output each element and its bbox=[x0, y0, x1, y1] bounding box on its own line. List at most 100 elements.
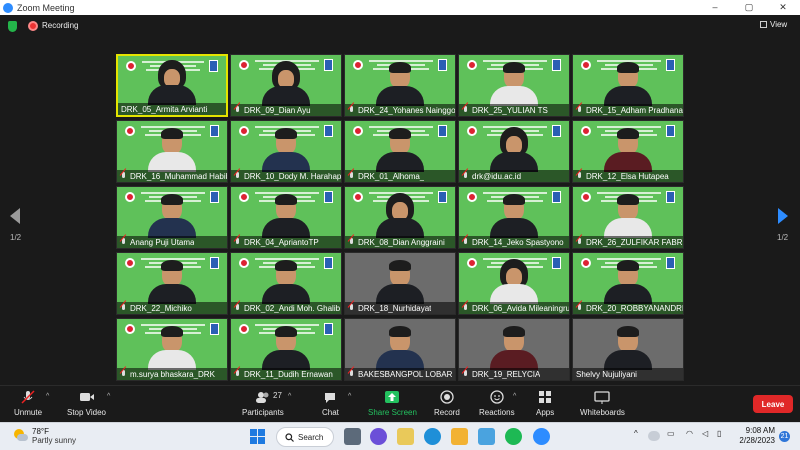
province-emblem-icon bbox=[209, 60, 218, 72]
record-button[interactable]: Record bbox=[434, 390, 460, 417]
participants-count: 27 bbox=[273, 391, 282, 400]
participants-options-caret[interactable]: ^ bbox=[288, 393, 291, 400]
reactions-options-caret[interactable]: ^ bbox=[513, 393, 516, 400]
prev-page-button[interactable] bbox=[8, 206, 22, 226]
participant-tile[interactable]: Shelvy Nujuliyani bbox=[572, 318, 684, 381]
organization-logo-icon bbox=[581, 258, 591, 268]
province-emblem-icon bbox=[666, 191, 675, 203]
whiteboards-button[interactable]: Whiteboards bbox=[580, 390, 625, 417]
taskbar-search[interactable]: Search bbox=[276, 427, 334, 447]
minimize-button[interactable]: – bbox=[698, 0, 732, 15]
participant-tile[interactable]: Anang Puji Utama bbox=[116, 186, 228, 249]
participant-tile[interactable]: DRK_01_Alhoma_ bbox=[344, 120, 456, 183]
edge-browser-icon[interactable] bbox=[424, 428, 441, 445]
participant-name: DRK_24_Yohanes Nainggolan bbox=[358, 105, 455, 115]
muted-mic-icon bbox=[576, 105, 583, 115]
participant-name: DRK_09_Dian Ayu bbox=[244, 105, 311, 115]
participant-name: DRK_02_Andi Moh. Ghalib bbox=[244, 303, 341, 313]
teams-chat-icon[interactable] bbox=[370, 428, 387, 445]
participant-tile[interactable]: DRK_14_Jeko Spastyono bbox=[458, 186, 570, 249]
participant-tile[interactable]: DRK_20_ROBBYANANDRI bbox=[572, 252, 684, 315]
search-label: Search bbox=[298, 432, 324, 442]
participant-tile[interactable]: m.surya bhaskara_DRK bbox=[116, 318, 228, 381]
participant-tile[interactable]: DRK_05_Armita Arvianti bbox=[116, 54, 228, 117]
unmute-button[interactable]: Unmute bbox=[14, 390, 42, 417]
participant-video bbox=[490, 194, 538, 238]
smiley-icon bbox=[489, 390, 505, 404]
participant-tile[interactable]: DRK_11_Dudih Ernawan bbox=[230, 318, 342, 381]
participant-tile[interactable]: DRK_15_Adham Pradhana bbox=[572, 54, 684, 117]
reactions-label: Reactions bbox=[479, 408, 515, 417]
participant-tile[interactable]: DRK_04_ApriantoTP bbox=[230, 186, 342, 249]
wifi-icon[interactable]: ◠ bbox=[686, 429, 693, 438]
task-view-icon[interactable] bbox=[344, 428, 361, 445]
participant-tile[interactable]: DRK_06_Avida Mileaningrum bbox=[458, 252, 570, 315]
share-screen-button[interactable]: Share Screen bbox=[368, 390, 417, 417]
search-icon bbox=[285, 432, 294, 442]
language-indicator-icon[interactable]: ▭ bbox=[667, 429, 675, 438]
participant-tile[interactable]: DRK_02_Andi Moh. Ghalib bbox=[230, 252, 342, 315]
next-page-button[interactable] bbox=[776, 206, 790, 226]
recording-label[interactable]: Recording bbox=[42, 21, 78, 30]
participant-video bbox=[376, 260, 424, 304]
participant-tile[interactable]: drk@idu.ac.id bbox=[458, 120, 570, 183]
organization-logo-icon bbox=[239, 324, 249, 334]
participant-tile[interactable]: DRK_24_Yohanes Nainggolan bbox=[344, 54, 456, 117]
zoom-app-icon[interactable] bbox=[533, 428, 550, 445]
volume-icon[interactable]: ◁ bbox=[702, 429, 708, 438]
tray-overflow-icon[interactable]: ^ bbox=[634, 429, 638, 438]
view-button[interactable]: View bbox=[760, 20, 787, 29]
weather-widget[interactable]: 78°F Partly sunny bbox=[12, 427, 76, 445]
notification-badge[interactable]: 21 bbox=[779, 431, 790, 442]
muted-mic-icon bbox=[462, 303, 469, 313]
audio-options-caret[interactable]: ^ bbox=[46, 393, 49, 400]
organization-logo-icon bbox=[581, 126, 591, 136]
province-emblem-icon bbox=[666, 257, 675, 269]
organization-logo-icon bbox=[239, 258, 249, 268]
share-screen-icon bbox=[384, 390, 400, 404]
widgets-icon[interactable] bbox=[397, 428, 414, 445]
maximize-button[interactable]: ▢ bbox=[732, 0, 766, 15]
apps-button[interactable]: Apps bbox=[536, 390, 554, 417]
encryption-shield-icon[interactable] bbox=[8, 21, 17, 32]
start-button[interactable] bbox=[249, 428, 266, 445]
participant-name: DRK_10_Dody M. Harahap bbox=[244, 171, 341, 181]
participant-tile[interactable]: BAKESBANGPOL LOBAR bbox=[344, 318, 456, 381]
participant-name-label: DRK_11_Dudih Ernawan bbox=[231, 368, 341, 380]
participant-tile[interactable]: DRK_18_Nurhidayat bbox=[344, 252, 456, 315]
participant-name: DRK_22_Michiko bbox=[130, 303, 192, 313]
spotify-icon[interactable] bbox=[505, 428, 522, 445]
onedrive-cloud-icon[interactable] bbox=[648, 431, 660, 441]
participant-tile[interactable]: DRK_25_YULIAN TS bbox=[458, 54, 570, 117]
participant-tile[interactable]: DRK_19_RELYCIA bbox=[458, 318, 570, 381]
participant-name: DRK_18_Nurhidayat bbox=[358, 303, 432, 313]
video-options-caret[interactable]: ^ bbox=[107, 393, 110, 400]
pinned-app-icon[interactable] bbox=[478, 428, 495, 445]
participant-video bbox=[490, 259, 538, 304]
participant-tile[interactable]: DRK_09_Dian Ayu bbox=[230, 54, 342, 117]
participant-tile[interactable]: DRK_12_Elsa Hutapea bbox=[572, 120, 684, 183]
participant-video bbox=[376, 62, 424, 106]
leave-button[interactable]: Leave bbox=[753, 395, 793, 413]
chat-options-caret[interactable]: ^ bbox=[348, 393, 351, 400]
province-emblem-icon bbox=[324, 59, 333, 71]
organization-logo-icon bbox=[467, 192, 477, 202]
stop-video-button[interactable]: Stop Video bbox=[67, 390, 106, 417]
participant-tile[interactable]: DRK_16_Muhammad Habib bbox=[116, 120, 228, 183]
province-emblem-icon bbox=[210, 191, 219, 203]
participant-tile[interactable]: DRK_08_Dian Anggraini bbox=[344, 186, 456, 249]
participant-video bbox=[262, 260, 310, 304]
participant-tile[interactable]: DRK_26_ZULFIKAR FABRI bbox=[572, 186, 684, 249]
system-clock[interactable]: 9:08 AM 2/28/2023 bbox=[735, 426, 775, 446]
chat-button[interactable]: Chat bbox=[322, 390, 339, 417]
muted-mic-icon bbox=[120, 171, 127, 181]
participant-tile[interactable]: DRK_22_Michiko bbox=[116, 252, 228, 315]
close-button[interactable]: ✕ bbox=[766, 0, 800, 15]
participant-tile[interactable]: DRK_10_Dody M. Harahap bbox=[230, 120, 342, 183]
partly-sunny-icon bbox=[12, 428, 28, 444]
reactions-button[interactable]: Reactions bbox=[479, 390, 515, 417]
battery-icon[interactable]: ▯ bbox=[717, 429, 721, 438]
muted-mic-icon bbox=[120, 369, 127, 379]
file-explorer-icon[interactable] bbox=[451, 428, 468, 445]
record-label: Record bbox=[434, 408, 460, 417]
